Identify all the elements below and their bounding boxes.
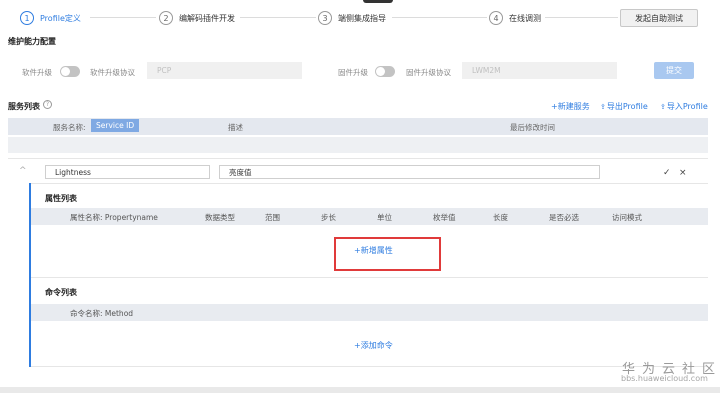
step-2[interactable]: 2 编解码插件开发	[159, 10, 235, 26]
cancel-close-icon[interactable]: ×	[679, 168, 687, 178]
service-name-input[interactable]: Lightness	[45, 165, 210, 179]
divider	[31, 366, 708, 367]
step-column: 步长	[321, 213, 336, 222]
service-name-column: 服务名称:	[53, 123, 86, 132]
software-protocol-input[interactable]: PCP	[147, 62, 302, 79]
step-3[interactable]: 3 端侧集成指导	[318, 10, 386, 26]
help-circle-icon[interactable]: ?	[43, 100, 52, 109]
property-table-header: 属性名称: Propertyname 数据类型 范围 步长 单位 枚举值 长度 …	[31, 208, 708, 225]
step-1-label: Profile定义	[40, 13, 81, 23]
step-connector	[545, 17, 618, 18]
service-description-input[interactable]: 亮度值	[219, 165, 600, 179]
step-3-label: 端侧集成指导	[338, 13, 386, 23]
command-name-column: 命令名称: Method	[70, 309, 134, 318]
top-notch	[363, 0, 393, 3]
service-table-header: 服务名称: Service ID 描述 最后修改时间	[8, 118, 708, 135]
step-connector	[90, 17, 156, 18]
last-modified-column: 最后修改时间	[510, 123, 555, 132]
bottom-scrollbar[interactable]	[0, 387, 720, 393]
step-4[interactable]: 4 在线调测	[489, 10, 541, 26]
software-upgrade-toggle[interactable]	[60, 66, 80, 77]
firmware-protocol-label: 固件升级协议	[406, 68, 451, 77]
required-column: 是否必选	[549, 213, 579, 222]
import-profile-label: 导入Profile	[666, 102, 708, 111]
step-connector	[392, 17, 487, 18]
watermark-url: bbs.huaweicloud.com	[621, 374, 708, 383]
step-4-label: 在线调测	[509, 13, 541, 23]
software-protocol-label: 软件升级协议	[90, 68, 135, 77]
import-icon: ⇪	[660, 102, 666, 111]
step-1[interactable]: 1 Profile定义	[20, 10, 81, 26]
service-list-title: 服务列表	[8, 102, 40, 111]
export-icon: ⇪	[600, 102, 606, 111]
firmware-protocol-input[interactable]: LWM2M	[462, 62, 617, 79]
export-profile-button[interactable]: ⇪ 导出Profile	[600, 101, 648, 112]
software-upgrade-label: 软件升级	[22, 68, 52, 77]
unit-column: 单位	[377, 213, 392, 222]
description-column: 描述	[228, 123, 243, 132]
export-profile-label: 导出Profile	[606, 102, 648, 111]
length-column: 长度	[493, 213, 508, 222]
step-4-number: 4	[489, 11, 503, 25]
step-1-number: 1	[20, 11, 34, 25]
command-list-title: 命令列表	[45, 288, 77, 297]
new-service-button[interactable]: +新建服务	[551, 101, 590, 112]
step-3-number: 3	[318, 11, 332, 25]
submit-button[interactable]: 提交	[654, 62, 694, 79]
confirm-check-icon[interactable]: ✓	[663, 168, 671, 178]
command-table-header: 命令名称: Method	[31, 304, 708, 321]
property-list-title: 属性列表	[45, 194, 77, 203]
service-table-spacer	[8, 137, 708, 153]
firmware-upgrade-toggle[interactable]	[375, 66, 395, 77]
add-command-button[interactable]: +添加命令	[354, 340, 393, 351]
divider	[30, 183, 708, 184]
access-mode-column: 访问模式	[612, 213, 642, 222]
service-id-filter[interactable]: Service ID	[91, 119, 140, 132]
divider	[8, 158, 708, 159]
property-name-column: 属性名称: Propertyname	[70, 213, 158, 222]
import-profile-button[interactable]: ⇪ 导入Profile	[660, 101, 708, 112]
range-column: 范围	[265, 213, 280, 222]
data-type-column: 数据类型	[205, 213, 235, 222]
maintenance-title: 维护能力配置	[8, 37, 56, 46]
step-2-number: 2	[159, 11, 173, 25]
start-self-test-button[interactable]: 发起自助测试	[620, 9, 698, 27]
step-2-label: 编解码插件开发	[179, 13, 235, 23]
add-property-button[interactable]: +新增属性	[354, 245, 393, 256]
firmware-upgrade-label: 固件升级	[338, 68, 368, 77]
enum-column: 枚举值	[433, 213, 456, 222]
step-connector	[240, 17, 316, 18]
collapse-chevron-icon[interactable]: ^	[19, 166, 27, 176]
divider	[31, 277, 708, 278]
